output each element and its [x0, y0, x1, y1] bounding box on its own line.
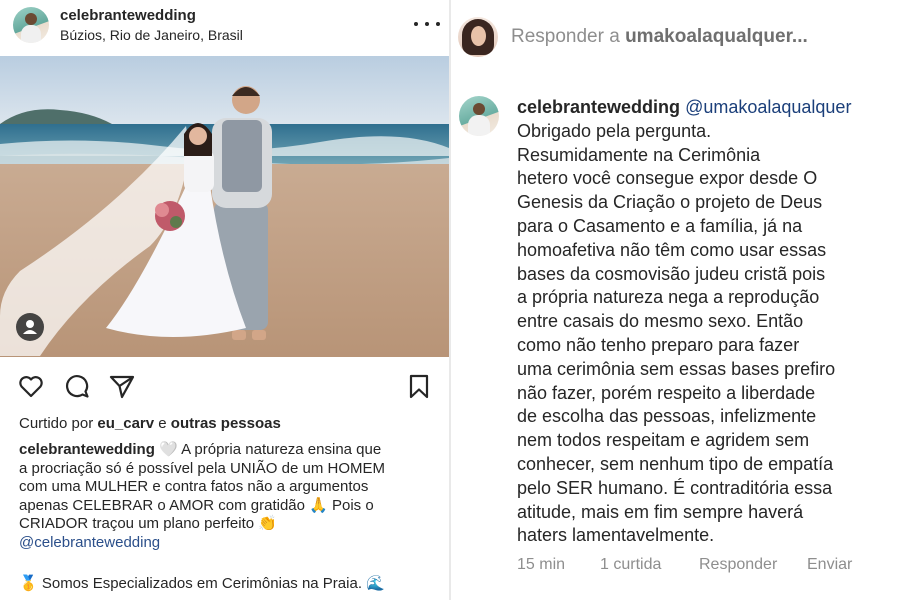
heart-icon[interactable]: [17, 372, 45, 400]
reply-button[interactable]: Responder: [699, 556, 777, 574]
comment-line: Obrigado pela pergunta.: [517, 120, 712, 141]
reply-input[interactable]: Responder a umakoalaqualquer...: [511, 26, 808, 48]
comment-line: atitude, mais em fim sempre haverá: [517, 501, 804, 522]
comment-author-avatar[interactable]: [459, 96, 499, 136]
likes-summary[interactable]: Curtido por eu_carv e outras pessoas: [19, 415, 281, 432]
comment-line: a própria natureza nega a reprodução: [517, 287, 820, 308]
liked-by-others: outras pessoas: [170, 415, 281, 432]
bookmark-icon[interactable]: [405, 372, 433, 400]
liked-by-user: eu_carv: [97, 415, 155, 432]
comment-line: para o Casamento e a família, já na: [517, 215, 803, 236]
send-button[interactable]: Enviar: [807, 556, 852, 574]
comment-line: hetero você consegue expor desde O: [517, 168, 818, 189]
comment-username[interactable]: celebrantewedding: [517, 97, 680, 117]
caption-mention[interactable]: @celebrantewedding: [19, 534, 434, 553]
caption-username[interactable]: celebrantewedding: [19, 441, 155, 458]
caption-specialty-line: 🥇 Somos Especializados em Cerimônias na …: [19, 575, 385, 592]
comment-body: celebrantewedding @umakoalaqualquer Obri…: [517, 96, 891, 548]
comment-line: uma cerimônia sem essas bases prefiro: [517, 358, 836, 379]
comment-line: nem todos respeitam e agridem sem: [517, 430, 810, 451]
comment-panel: Responder a umakoalaqualquer... celebran…: [451, 0, 900, 600]
comment-line: como não tenho preparo para fazer: [517, 334, 800, 355]
post-header: celebrantewedding Búzios, Rio de Janeiro…: [0, 0, 449, 55]
instagram-post: celebrantewedding Búzios, Rio de Janeiro…: [0, 0, 449, 600]
share-icon[interactable]: [108, 372, 136, 400]
comment-line: bases da cosmovisão judeu cristã pois: [517, 263, 826, 284]
post-author-avatar[interactable]: [13, 7, 49, 43]
comment-line: haters lamentavelmente.: [517, 525, 715, 546]
comment-mention[interactable]: @umakoalaqualquer: [685, 97, 851, 117]
post-location[interactable]: Búzios, Rio de Janeiro, Brasil: [60, 27, 243, 43]
comment-like-count[interactable]: 1 curtida: [600, 556, 661, 574]
comment-line: Genesis da Criação o projeto de Deus: [517, 192, 823, 213]
comment-line: entre casais do mesmo sexo. Então: [517, 311, 804, 332]
comment-icon[interactable]: [63, 372, 91, 400]
post-author-username[interactable]: celebrantewedding: [60, 7, 196, 24]
comment-line: homoafetiva não têm como usar essas: [517, 239, 827, 260]
comment-line: não fazer, porém respeito a liberdade: [517, 382, 816, 403]
comment-line: Resumidamente na Cerimônia: [517, 144, 761, 165]
more-options-icon[interactable]: [414, 14, 440, 34]
post-caption: celebrantewedding 🤍 A própria natureza e…: [19, 441, 434, 553]
reply-bar: Responder a umakoalaqualquer...: [451, 0, 900, 76]
comment-line: de escolha das pessoas, infelizmente: [517, 406, 817, 427]
user-tag-icon[interactable]: [16, 313, 44, 341]
comment-line: pelo SER humano. É contraditória essa: [517, 477, 833, 498]
comment-timestamp: 15 min: [517, 556, 566, 573]
comment-line: conhecer, sem nenhum tipo de empatía: [517, 453, 834, 474]
post-photo[interactable]: [0, 56, 449, 357]
current-user-avatar: [458, 17, 498, 57]
post-actions: [0, 368, 449, 404]
